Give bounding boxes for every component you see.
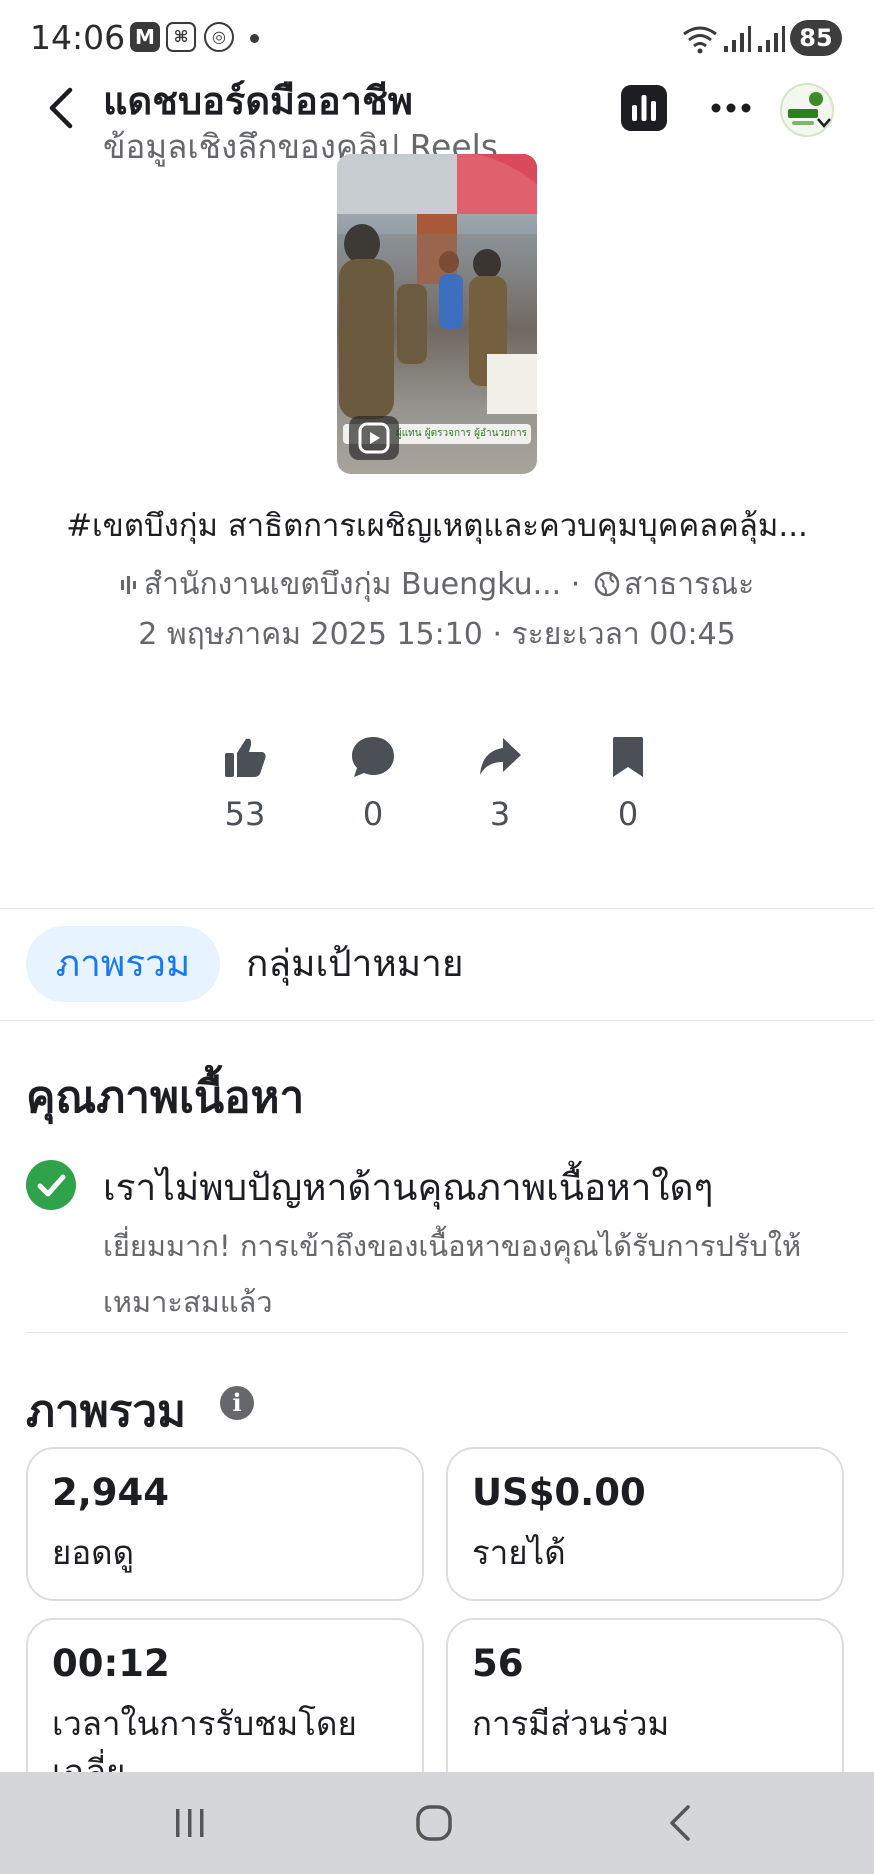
status-time: 14:06 bbox=[30, 18, 126, 57]
reel-date-line: 2 พฤษภาคม 2025 15:10 · ระยะเวลา 00:45 bbox=[0, 611, 874, 658]
battery-indicator: 85 bbox=[790, 20, 842, 56]
post-date: 2 พฤษภาคม 2025 15:10 bbox=[138, 617, 483, 652]
chevron-down-icon[interactable] bbox=[815, 116, 833, 130]
share-icon bbox=[480, 738, 521, 775]
saves-stat: 0 bbox=[583, 735, 673, 833]
tab-audience[interactable]: กลุ่มเป้าหมาย bbox=[246, 926, 464, 1002]
reels-badge bbox=[349, 416, 399, 460]
info-icon[interactable]: i bbox=[220, 1386, 254, 1420]
section-divider bbox=[0, 908, 874, 909]
gmail-notification-icon: M bbox=[130, 22, 160, 52]
home-icon[interactable] bbox=[414, 1803, 454, 1843]
meta-separator: · bbox=[570, 567, 581, 602]
tabs-divider bbox=[0, 1020, 874, 1021]
reel-source-line: สำนักงานเขตบึงกุ่ม Buengku... · สาธารณะ bbox=[0, 561, 874, 608]
quality-status-description: เยี่ยมมาก! การเข้าถึงของเนื้อหาของคุณได้… bbox=[103, 1229, 802, 1319]
bookmark-icon bbox=[613, 737, 643, 777]
metric-label: รายได้ bbox=[472, 1533, 566, 1572]
saves-count: 0 bbox=[617, 795, 639, 833]
page-name[interactable]: สำนักงานเขตบึงกุ่ม Buengku... bbox=[144, 567, 561, 602]
more-options-icon[interactable] bbox=[708, 88, 754, 128]
metric-value: 00:12 bbox=[52, 1642, 170, 1685]
metric-label: ยอดดู bbox=[52, 1533, 135, 1572]
comments-count: 0 bbox=[362, 795, 384, 833]
shares-stat: 3 bbox=[455, 735, 545, 833]
metric-value: 2,944 bbox=[52, 1471, 170, 1514]
comment-icon bbox=[352, 737, 394, 777]
shares-count: 3 bbox=[489, 795, 511, 833]
metric-card-views[interactable]: 2,944 ยอดดู bbox=[26, 1447, 424, 1601]
overview-heading: ภาพรวม bbox=[26, 1386, 187, 1437]
back-arrow-icon[interactable] bbox=[44, 86, 80, 130]
likes-stat: 53 bbox=[200, 735, 290, 833]
signal-icon-1 bbox=[724, 26, 751, 52]
chrome-notification-icon: ◎ bbox=[204, 22, 234, 52]
likes-count: 53 bbox=[224, 795, 266, 833]
metric-label: การมีส่วนร่วม bbox=[472, 1704, 670, 1743]
globe-icon bbox=[594, 571, 620, 597]
quality-divider bbox=[26, 1332, 848, 1333]
wifi-icon bbox=[683, 26, 717, 54]
quality-status-title: เราไม่พบปัญหาด้านคุณภาพเนื้อหาใดๆ bbox=[103, 1166, 714, 1209]
signal-icon-2 bbox=[758, 26, 785, 52]
reels-icon bbox=[358, 422, 390, 454]
screenshot-notification-icon: ⌘ bbox=[166, 22, 196, 52]
audio-waveform-icon bbox=[120, 576, 136, 594]
metric-value: US$0.00 bbox=[472, 1471, 646, 1514]
tab-overview[interactable]: ภาพรวม bbox=[26, 926, 220, 1002]
system-back-icon[interactable] bbox=[662, 1803, 698, 1843]
reel-caption: #เขตบึงกุ่ม สาธิตการเผชิญเหตุและควบคุมบุ… bbox=[66, 508, 808, 544]
reel-thumbnail[interactable]: ผู้แทน ผู้ตรวจการ ผู้อำนวยการ bbox=[337, 154, 537, 474]
reel-duration: · ระยะเวลา 00:45 bbox=[492, 617, 736, 652]
content-quality-heading: คุณภาพเนื้อหา bbox=[26, 1072, 305, 1123]
recent-apps-icon[interactable] bbox=[172, 1805, 208, 1841]
quality-ok-badge bbox=[26, 1160, 76, 1210]
checkmark-icon bbox=[37, 1174, 66, 1197]
metric-card-earnings[interactable]: US$0.00 รายได้ bbox=[446, 1447, 844, 1601]
system-navigation-bar bbox=[0, 1772, 874, 1874]
bar-chart-icon bbox=[632, 95, 656, 121]
metric-value: 56 bbox=[472, 1642, 524, 1685]
like-icon bbox=[225, 738, 266, 777]
status-bar: 14:06 M ⌘ ◎ 85 bbox=[0, 0, 874, 78]
comments-stat: 0 bbox=[328, 735, 418, 833]
more-notifications-dot bbox=[250, 34, 259, 43]
audience-label: สาธารณะ bbox=[623, 567, 755, 602]
insights-chart-button[interactable] bbox=[621, 85, 667, 131]
